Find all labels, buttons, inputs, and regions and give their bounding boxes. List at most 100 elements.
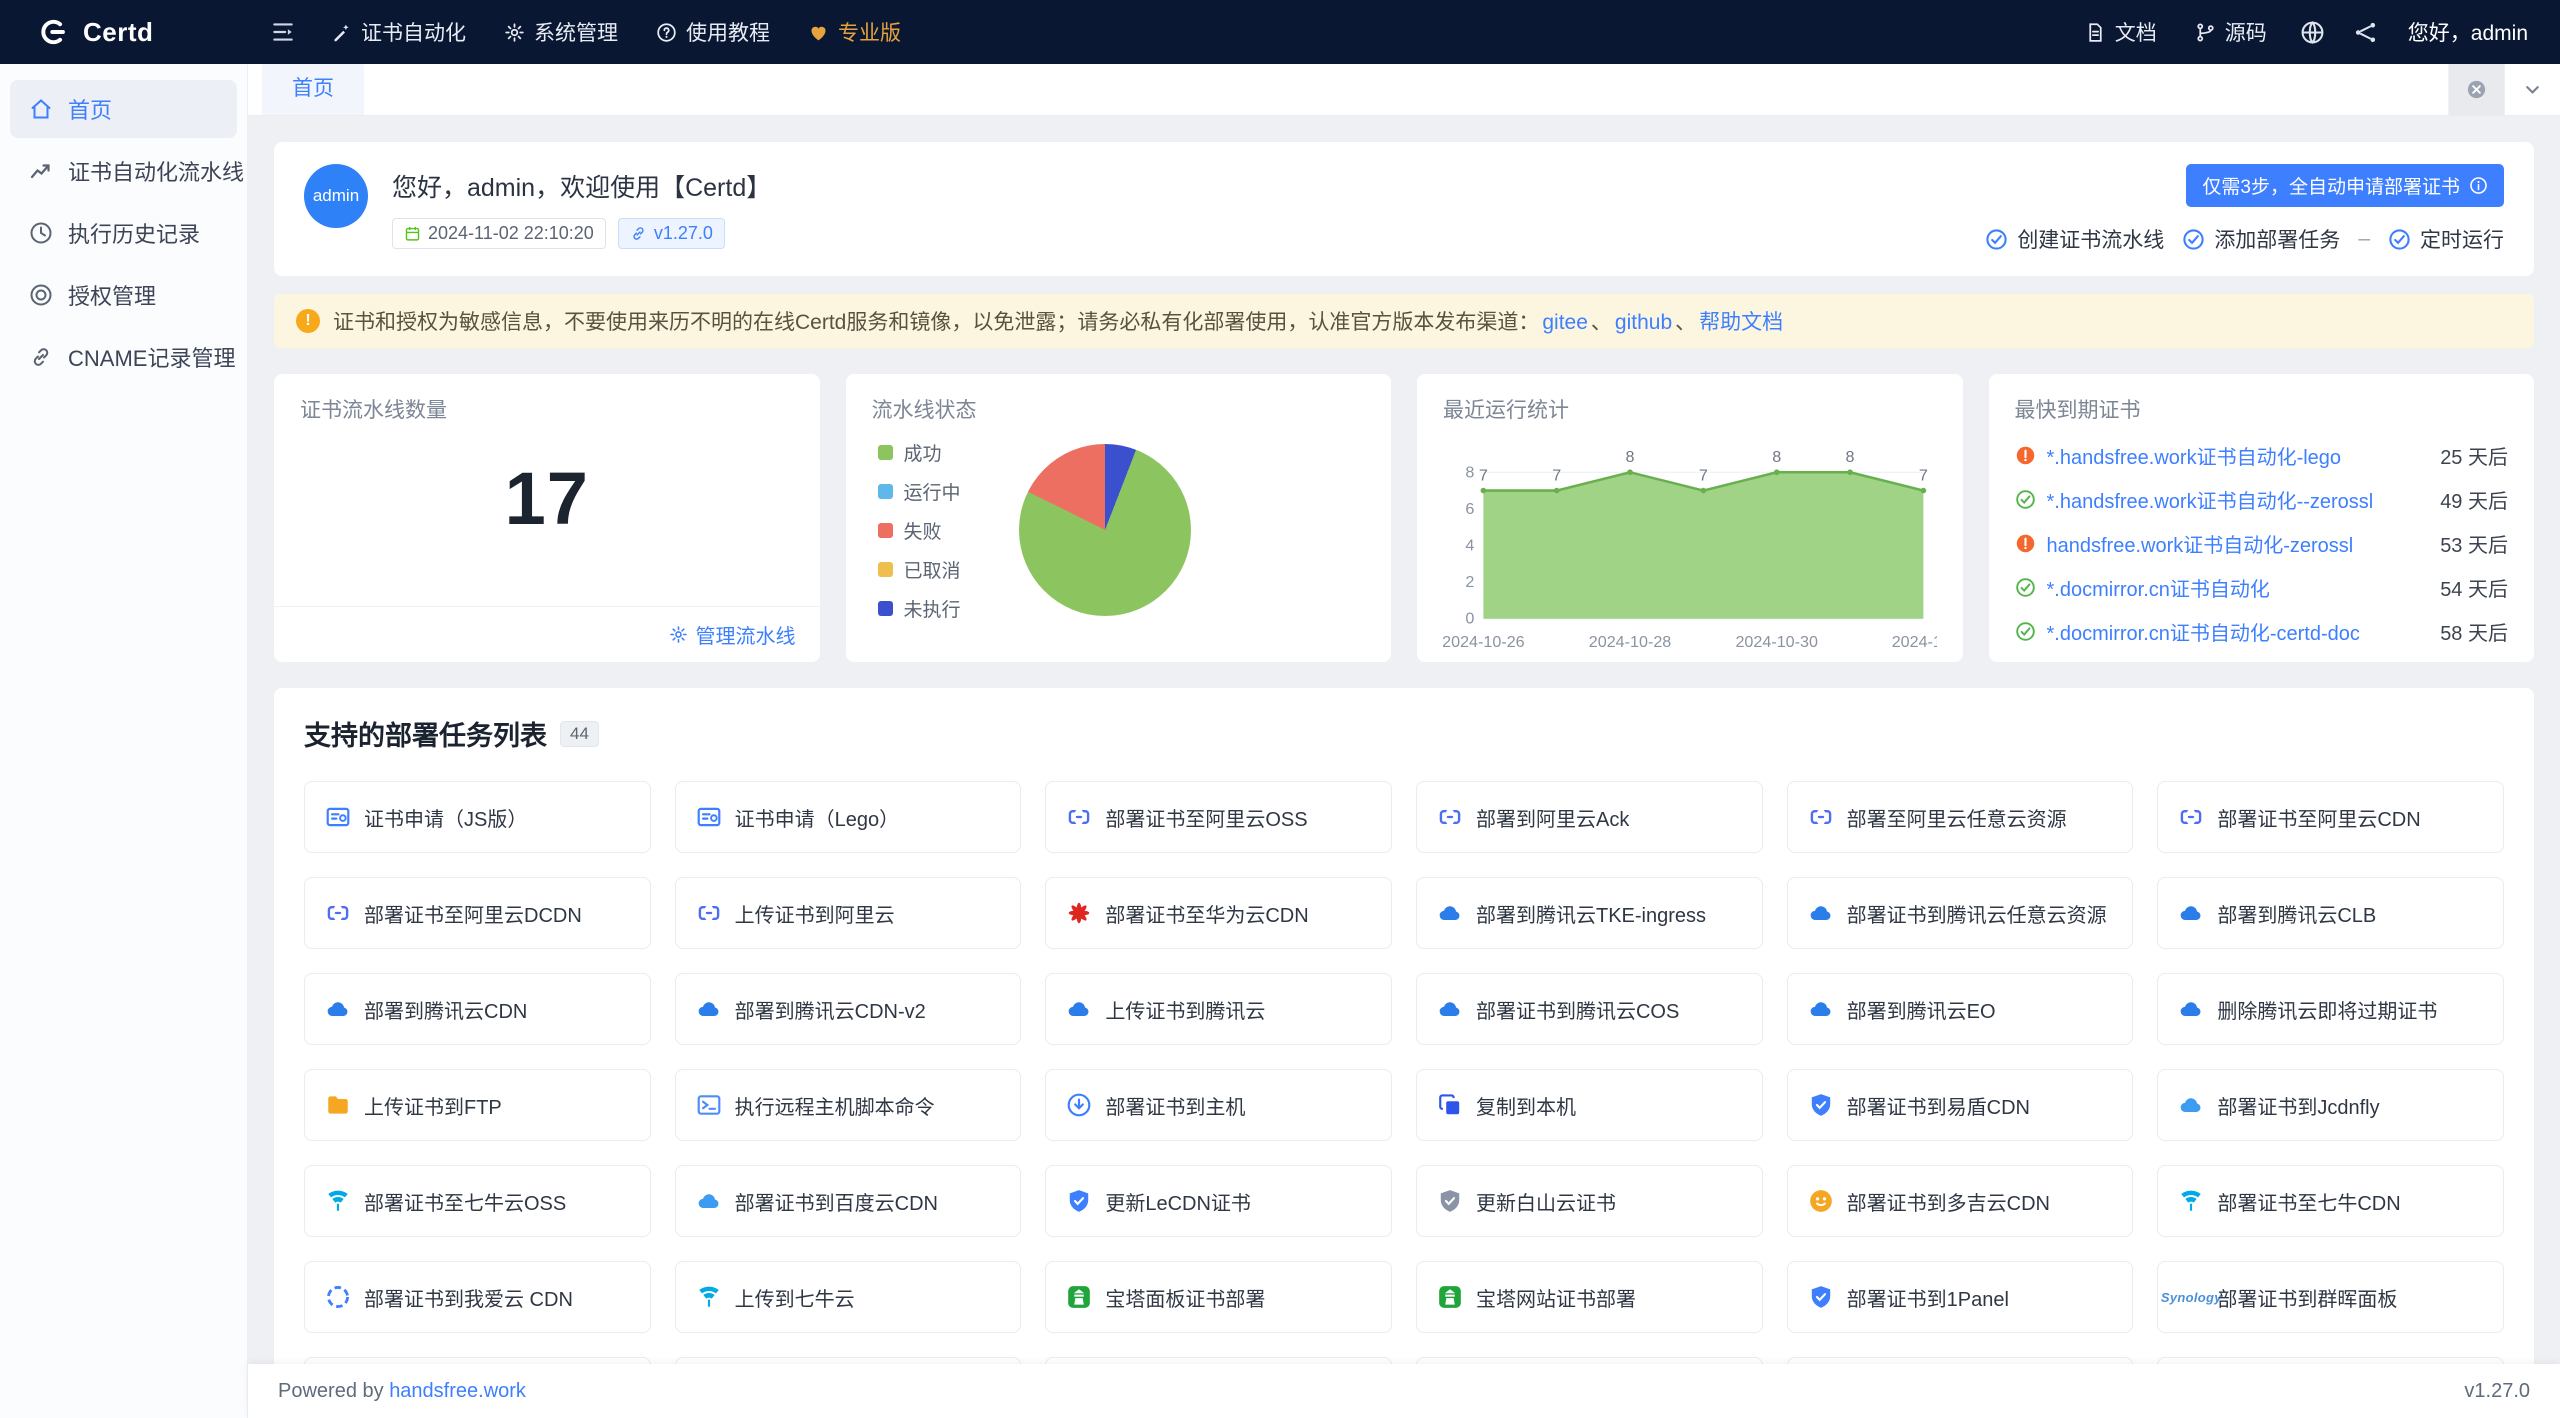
integrations-icon[interactable] <box>2353 20 2378 45</box>
pipeline-count-card: 证书流水线数量 17 管理流水线 <box>274 374 820 662</box>
task-item-27[interactable]: 更新白山云证书 <box>1416 1165 1763 1237</box>
task-item-16[interactable]: 部署到腾讯云EO <box>1787 973 2134 1045</box>
info-icon <box>2469 176 2488 195</box>
legend-item-2[interactable]: 失败 <box>878 517 961 544</box>
sidebar: 首页证书自动化流水线执行历史记录授权管理CNAME记录管理 <box>0 64 248 1418</box>
task-item-10[interactable]: 部署证书到腾讯云任意云资源 <box>1787 877 2134 949</box>
task-item-14[interactable]: 上传证书到腾讯云 <box>1045 973 1392 1045</box>
certd-logo-icon <box>36 15 70 49</box>
header-links: 文档源码 <box>2066 17 2286 47</box>
notice-link-2[interactable]: 帮助文档 <box>1699 311 1783 334</box>
expiry-cert-link[interactable]: *.docmirror.cn证书自动化-certd-doc <box>2047 617 2420 646</box>
task-item-35[interactable]: Synology部署证书到群晖面板 <box>2157 1261 2504 1333</box>
tab-home[interactable]: 首页 <box>262 60 364 115</box>
task-item-9[interactable]: 部署到腾讯云TKE-ingress <box>1416 877 1763 949</box>
aliyun-icon <box>1808 804 1834 830</box>
header-menu-item-2[interactable]: 使用教程 <box>637 0 789 64</box>
notice-link-1[interactable]: github <box>1615 311 1672 334</box>
logo[interactable]: Certd <box>0 15 248 49</box>
header-menu-item-1[interactable]: 系统管理 <box>485 0 637 64</box>
tab-bar: 首页 <box>248 64 2560 116</box>
language-icon[interactable] <box>2300 20 2325 45</box>
avatar[interactable]: admin <box>304 164 368 228</box>
task-item-18[interactable]: 上传证书到FTP <box>304 1069 651 1141</box>
task-item-8[interactable]: 部署证书至华为云CDN <box>1045 877 1392 949</box>
step-2: 定时运行 <box>2388 224 2504 254</box>
task-item-20[interactable]: 部署证书到主机 <box>1045 1069 1392 1141</box>
sidebar-item-1[interactable]: 证书自动化流水线 <box>10 142 237 200</box>
handsfree-link[interactable]: handsfree.work <box>389 1380 526 1402</box>
cert-icon <box>325 804 351 830</box>
task-item-clipped[interactable] <box>675 1357 1022 1364</box>
security-notice: ! 证书和授权为敏感信息，不要使用来历不明的在线Certd服务和镜像，以免泄露；… <box>274 294 2534 348</box>
task-item-30[interactable]: 部署证书到我爱云 CDN <box>304 1261 651 1333</box>
expiry-cert-link[interactable]: *.handsfree.work证书自动化-lego <box>2047 441 2420 470</box>
sidebar-item-3[interactable]: 授权管理 <box>10 266 237 324</box>
task-item-19[interactable]: 执行远程主机脚本命令 <box>675 1069 1022 1141</box>
expiry-cert-link[interactable]: *.docmirror.cn证书自动化 <box>2047 573 2420 602</box>
task-item-clipped[interactable] <box>304 1357 651 1364</box>
task-item-clipped[interactable] <box>1045 1357 1392 1364</box>
task-item-25[interactable]: 部署证书到百度云CDN <box>675 1165 1022 1237</box>
wand-icon <box>331 22 352 43</box>
task-item-clipped[interactable] <box>2157 1357 2504 1364</box>
legend-item-0[interactable]: 成功 <box>878 439 961 466</box>
task-item-15[interactable]: 部署证书到腾讯云COS <box>1416 973 1763 1045</box>
legend-item-3[interactable]: 已取消 <box>878 556 961 583</box>
task-item-29[interactable]: 部署证书至七牛CDN <box>2157 1165 2504 1237</box>
manage-pipelines-link[interactable]: 管理流水线 <box>669 620 796 649</box>
task-item-22[interactable]: 部署证书到易盾CDN <box>1787 1069 2134 1141</box>
auto-apply-button[interactable]: 仅需3步，全自动申请部署证书 <box>2186 164 2504 207</box>
header-right: 文档源码 您好，admin <box>2066 17 2560 47</box>
task-item-clipped[interactable] <box>1416 1357 1763 1364</box>
task-item-32[interactable]: 宝塔面板证书部署 <box>1045 1261 1392 1333</box>
svg-text:2024-11-: 2024-11- <box>1892 633 1937 651</box>
card-title: 流水线状态 <box>872 394 1366 424</box>
header-link-1[interactable]: 源码 <box>2176 17 2286 47</box>
header-menu-item-3[interactable]: 专业版 <box>789 0 920 64</box>
task-item-21[interactable]: 复制到本机 <box>1416 1069 1763 1141</box>
user-greeting[interactable]: 您好，admin <box>2408 17 2528 47</box>
task-item-7[interactable]: 上传证书到阿里云 <box>675 877 1022 949</box>
task-item-1[interactable]: 证书申请（Lego） <box>675 781 1022 853</box>
task-item-0[interactable]: 证书申请（JS版） <box>304 781 651 853</box>
sidebar-collapse-icon[interactable] <box>270 19 296 45</box>
task-item-34[interactable]: 部署证书到1Panel <box>1787 1261 2134 1333</box>
sidebar-item-2[interactable]: 执行历史记录 <box>10 204 237 262</box>
task-item-13[interactable]: 部署到腾讯云CDN-v2 <box>675 973 1022 1045</box>
task-item-26[interactable]: 更新LeCDN证书 <box>1045 1165 1392 1237</box>
task-item-33[interactable]: 宝塔网站证书部署 <box>1416 1261 1763 1333</box>
task-item-23[interactable]: 部署证书到Jcdnfly <box>2157 1069 2504 1141</box>
expiry-cert-link[interactable]: handsfree.work证书自动化-zerossl <box>2047 529 2420 558</box>
qiniu-icon <box>696 1284 722 1310</box>
header-menu-item-0[interactable]: 证书自动化 <box>312 0 485 64</box>
version-badge[interactable]: v1.27.0 <box>618 218 725 249</box>
task-item-6[interactable]: 部署证书至阿里云DCDN <box>304 877 651 949</box>
header-link-0[interactable]: 文档 <box>2066 17 2176 47</box>
task-item-11[interactable]: 部署到腾讯云CLB <box>2157 877 2504 949</box>
notice-link-0[interactable]: gitee <box>1542 311 1588 334</box>
task-item-4[interactable]: 部署至阿里云任意云资源 <box>1787 781 2134 853</box>
legend-item-1[interactable]: 运行中 <box>878 478 961 505</box>
task-item-24[interactable]: 部署证书至七牛云OSS <box>304 1165 651 1237</box>
close-tab-button[interactable] <box>2448 63 2504 115</box>
task-item-28[interactable]: 部署证书到多吉云CDN <box>1787 1165 2134 1237</box>
task-item-31[interactable]: 上传到七牛云 <box>675 1261 1022 1333</box>
tab-options-button[interactable] <box>2504 63 2560 115</box>
chevron-down-icon <box>2521 78 2544 101</box>
legend-item-4[interactable]: 未执行 <box>878 595 961 622</box>
heart-icon <box>808 22 829 43</box>
sidebar-item-0[interactable]: 首页 <box>10 80 237 138</box>
task-item-5[interactable]: 部署证书至阿里云CDN <box>2157 781 2504 853</box>
expiry-cert-link[interactable]: *.handsfree.work证书自动化--zerossl <box>2047 485 2420 514</box>
aliyun-icon <box>696 900 722 926</box>
task-item-3[interactable]: 部署到阿里云Ack <box>1416 781 1763 853</box>
task-item-17[interactable]: 删除腾讯云即将过期证书 <box>2157 973 2504 1045</box>
task-item-2[interactable]: 部署证书至阿里云OSS <box>1045 781 1392 853</box>
task-item-12[interactable]: 部署到腾讯云CDN <box>304 973 651 1045</box>
task-item-clipped[interactable] <box>1787 1357 2134 1364</box>
ftp-icon <box>325 1092 351 1118</box>
sidebar-item-4[interactable]: CNAME记录管理 <box>10 328 237 386</box>
question-icon <box>656 22 677 43</box>
legend-swatch <box>878 601 893 616</box>
